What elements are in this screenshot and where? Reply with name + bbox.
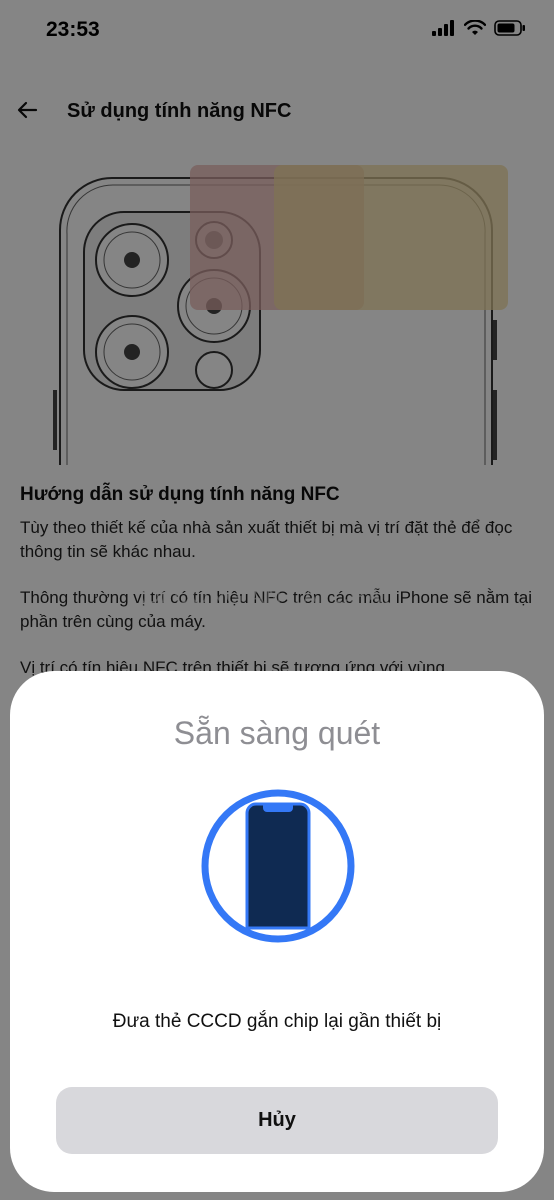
nfc-scan-sheet: Sẵn sàng quét Đưa thẻ CCCD gắn chip lại … xyxy=(10,671,544,1192)
cancel-button[interactable]: Hủy xyxy=(56,1087,498,1154)
scan-instruction: Đưa thẻ CCCD gắn chip lại gần thiết bị xyxy=(112,1011,442,1032)
phone-scan-icon xyxy=(201,789,355,943)
sheet-title: Sẵn sàng quét xyxy=(173,715,381,751)
